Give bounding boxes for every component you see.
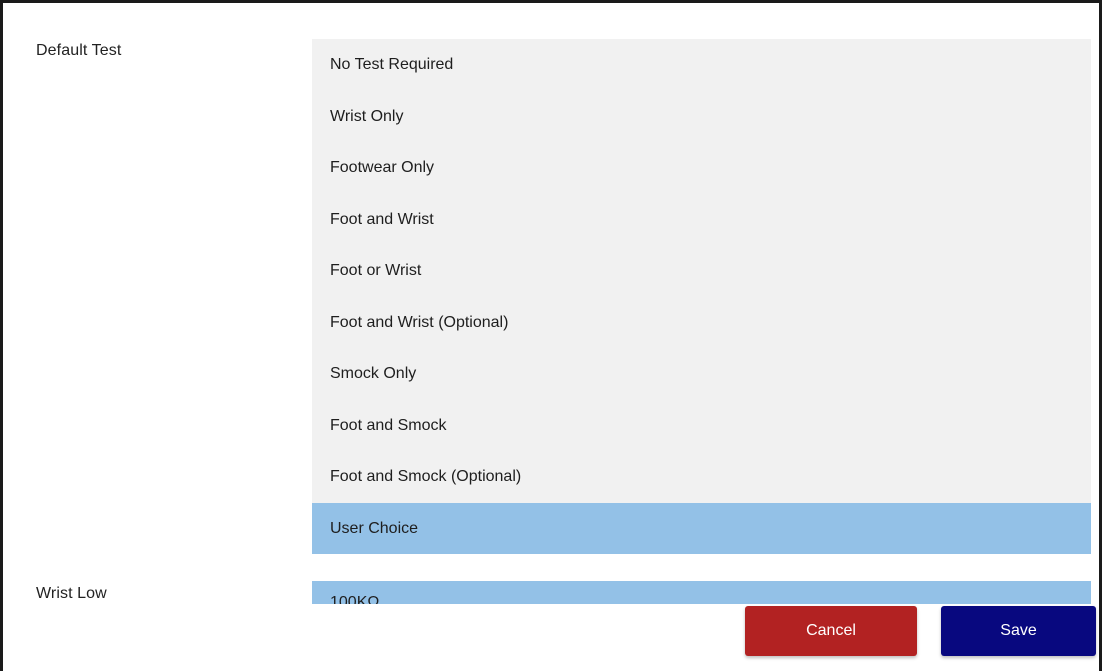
option-smock-only[interactable]: Smock Only — [312, 348, 1091, 400]
cancel-button[interactable]: Cancel — [745, 606, 917, 656]
option-wrist-only[interactable]: Wrist Only — [312, 91, 1091, 143]
wrist-low-label: Wrist Low — [36, 585, 107, 602]
option-foot-and-smock[interactable]: Foot and Smock — [312, 400, 1091, 452]
default-test-label: Default Test — [36, 42, 122, 59]
option-foot-and-wrist[interactable]: Foot and Wrist — [312, 194, 1091, 246]
wrist-low-listbox[interactable]: 100KΩ — [312, 581, 1091, 604]
dialog-panel: Default Test No Test Required Wrist Only… — [0, 0, 1102, 671]
option-foot-or-wrist[interactable]: Foot or Wrist — [312, 245, 1091, 297]
option-user-choice[interactable]: User Choice — [312, 502, 1091, 554]
option-100k[interactable]: 100KΩ — [330, 593, 379, 604]
option-foot-and-wrist-optional[interactable]: Foot and Wrist (Optional) — [312, 297, 1091, 349]
save-button[interactable]: Save — [941, 606, 1096, 656]
option-foot-and-smock-optional[interactable]: Foot and Smock (Optional) — [312, 451, 1091, 503]
default-test-listbox[interactable]: No Test Required Wrist Only Footwear Onl… — [312, 39, 1091, 554]
option-no-test-required[interactable]: No Test Required — [312, 39, 1091, 91]
option-footwear-only[interactable]: Footwear Only — [312, 142, 1091, 194]
